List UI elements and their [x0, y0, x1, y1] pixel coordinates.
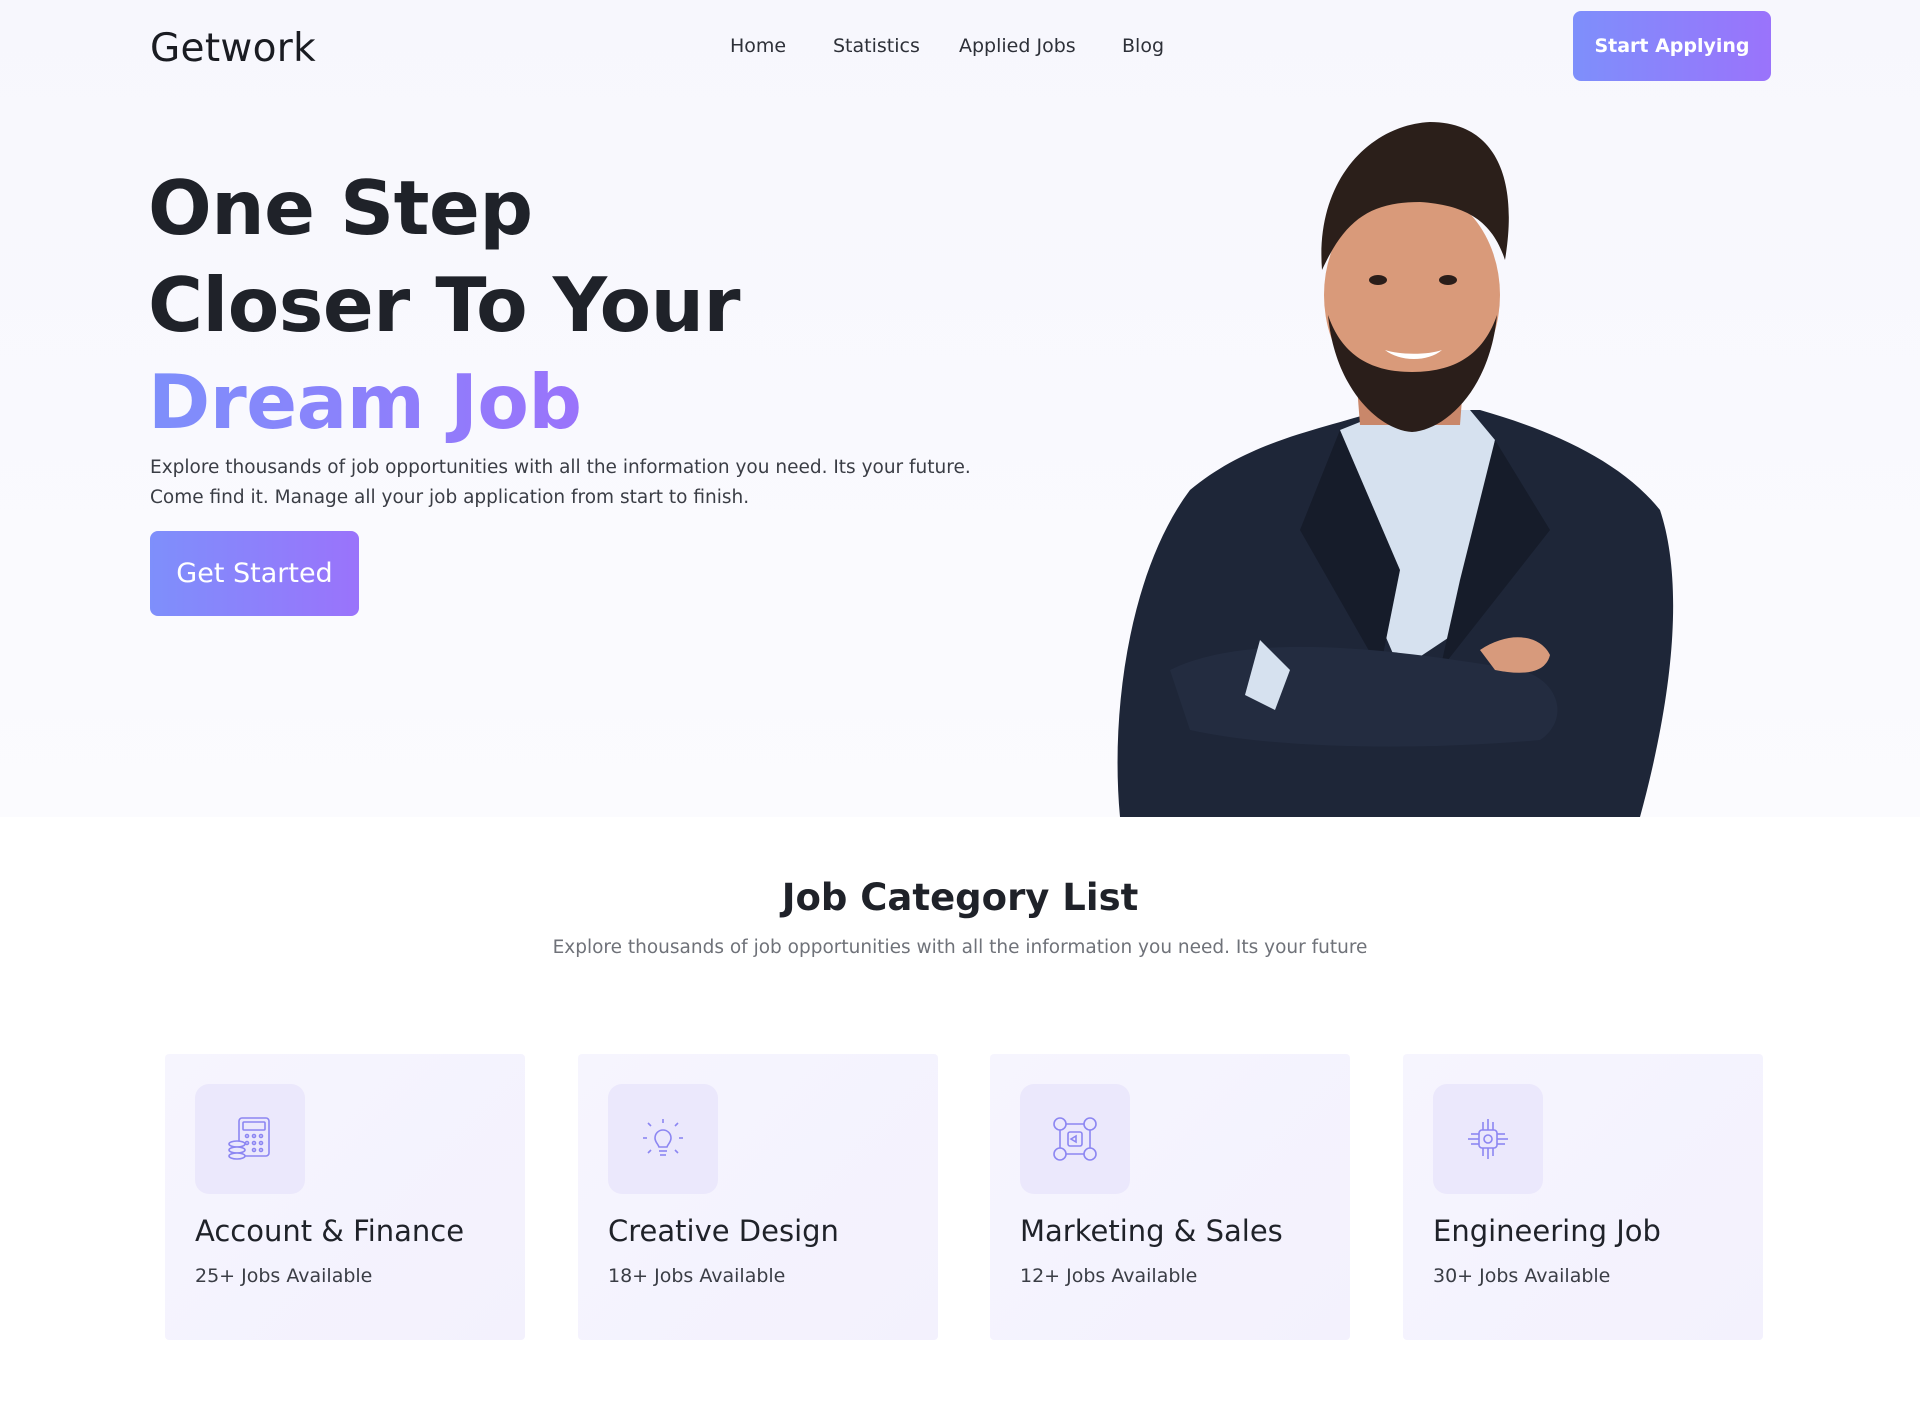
circuit-chip-icon	[1433, 1084, 1543, 1194]
category-title: Creative Design	[608, 1214, 839, 1248]
category-count: 25+ Jobs Available	[195, 1265, 373, 1287]
category-count: 12+ Jobs Available	[1020, 1265, 1198, 1287]
category-count: 30+ Jobs Available	[1433, 1265, 1611, 1287]
nav-statistics[interactable]: Statistics	[833, 35, 920, 57]
category-section-subtitle: Explore thousands of job opportunities w…	[552, 937, 1368, 958]
calculator-coins-icon	[195, 1084, 305, 1194]
nav-applied-jobs[interactable]: Applied Jobs	[959, 35, 1076, 57]
category-count: 18+ Jobs Available	[608, 1265, 786, 1287]
lightbulb-icon	[608, 1084, 718, 1194]
nav-home[interactable]: Home	[730, 35, 786, 57]
start-applying-button[interactable]: Start Applying	[1573, 11, 1771, 81]
headline-line-1: One Step	[148, 164, 533, 252]
hero-description: Explore thousands of job opportunities w…	[150, 457, 971, 508]
nav-blog[interactable]: Blog	[1122, 35, 1164, 57]
hero-person-image	[1117, 122, 1674, 817]
hero-headline: One Step Closer To Your Dream Job	[148, 160, 741, 451]
category-title: Marketing & Sales	[1020, 1214, 1283, 1248]
category-section-title: Job Category List	[781, 876, 1139, 919]
category-card-engineering-job[interactable]: Engineering Job 30+ Jobs Available	[1403, 1054, 1763, 1340]
social-marketing-icon	[1020, 1084, 1130, 1194]
get-started-button[interactable]: Get Started	[150, 531, 359, 616]
category-card-account-finance[interactable]: Account & Finance 25+ Jobs Available	[165, 1054, 525, 1340]
headline-accent: Dream Job	[148, 358, 582, 446]
category-title: Account & Finance	[195, 1214, 465, 1248]
hero-section: Getwork Home Statistics Applied Jobs Blo…	[0, 0, 1920, 817]
category-card-creative-design[interactable]: Creative Design 18+ Jobs Available	[578, 1054, 938, 1340]
headline-line-2: Closer To Your	[148, 261, 741, 349]
category-card-marketing-sales[interactable]: Marketing & Sales 12+ Jobs Available	[990, 1054, 1350, 1340]
category-title: Engineering Job	[1433, 1214, 1661, 1248]
